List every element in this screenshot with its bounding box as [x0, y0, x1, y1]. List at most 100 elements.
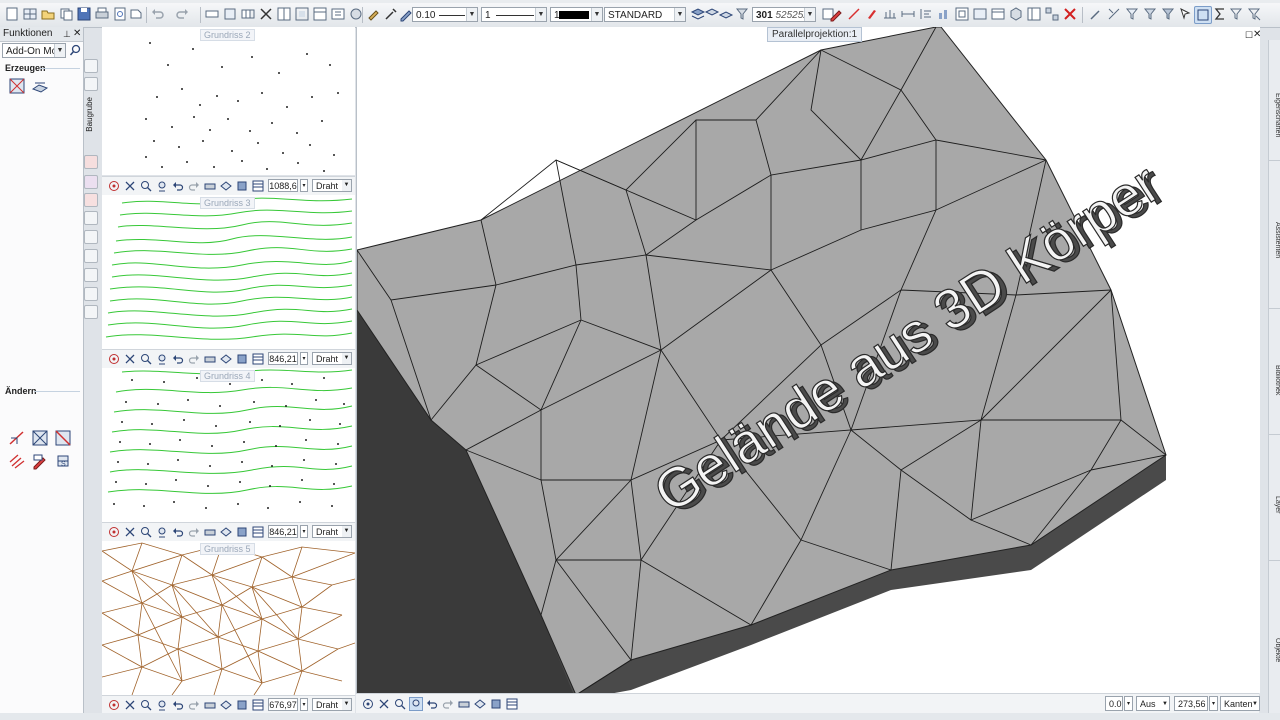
fit-view-icon[interactable]	[124, 526, 136, 538]
back-icon[interactable]	[172, 353, 184, 365]
standard-select[interactable]: STANDARD ▼	[604, 7, 686, 22]
elevation-field[interactable]: 0.0	[1105, 696, 1123, 711]
back-icon[interactable]	[172, 699, 184, 711]
view-icon[interactable]	[972, 6, 988, 22]
terrain-create-icon[interactable]	[8, 77, 26, 95]
print-view-icon[interactable]	[204, 353, 216, 365]
scale-spinner[interactable]: ▾	[300, 352, 308, 365]
save-icon[interactable]	[76, 6, 92, 22]
export-icon[interactable]	[128, 6, 144, 22]
target-icon[interactable]	[108, 180, 120, 192]
format-painter-icon[interactable]	[366, 6, 382, 22]
grid-view-icon[interactable]	[252, 699, 264, 711]
active-filter-icon[interactable]	[1194, 6, 1212, 24]
zoom-icon[interactable]	[140, 526, 152, 538]
preview-icon[interactable]	[112, 6, 128, 22]
funnel-clear-icon[interactable]	[1246, 6, 1262, 22]
forward-icon[interactable]	[188, 180, 200, 192]
plan-icon[interactable]	[330, 6, 346, 22]
scale-icon[interactable]	[882, 6, 898, 22]
line-type-select[interactable]: 1 ▼	[481, 7, 547, 22]
main-scale-field[interactable]: 273,56	[1174, 696, 1208, 711]
pan-icon[interactable]	[156, 180, 168, 192]
view-direction-icon[interactable]	[220, 353, 232, 365]
view-scale-field[interactable]: 846,21	[268, 352, 298, 365]
edit-mesh-icon[interactable]	[31, 429, 49, 447]
render-icon[interactable]	[236, 526, 248, 538]
edit-point-icon[interactable]	[54, 429, 72, 447]
bar-chart-icon[interactable]	[936, 6, 952, 22]
target-icon[interactable]	[362, 698, 374, 710]
render-icon[interactable]	[236, 353, 248, 365]
display-mode-select[interactable]: Kanten ▼	[1220, 696, 1260, 711]
vertical-tab-label[interactable]: Baugrube	[85, 97, 94, 132]
render-icon[interactable]	[236, 699, 248, 711]
delete-scissors-icon[interactable]	[258, 6, 274, 22]
pan-icon[interactable]	[156, 699, 168, 711]
view-grundriss-3[interactable]: Grundriss 3	[102, 195, 355, 349]
sum-icon[interactable]	[1212, 6, 1228, 22]
fit-view-icon[interactable]	[124, 699, 136, 711]
terrain-import-icon[interactable]	[31, 77, 49, 95]
back-icon[interactable]	[172, 180, 184, 192]
tool-strip-icon[interactable]	[84, 305, 98, 319]
edit-pencil-icon[interactable]	[31, 452, 49, 470]
forward-icon[interactable]	[188, 353, 200, 365]
eyedropper-icon[interactable]	[383, 6, 399, 22]
tool-strip-icon[interactable]	[84, 193, 98, 207]
line-width-select[interactable]: 0.10 ▼	[412, 7, 478, 22]
layer-filter-icon[interactable]	[734, 6, 750, 22]
tab-eigenschaften[interactable]: Eigenschaften	[1269, 70, 1280, 160]
fit-view-icon[interactable]	[124, 353, 136, 365]
edit-contour-icon[interactable]	[8, 452, 26, 470]
new-file-icon[interactable]	[4, 6, 20, 22]
zoom-icon[interactable]	[140, 699, 152, 711]
print-view-icon[interactable]	[204, 180, 216, 192]
view-mode-select[interactable]: Draht ▼	[312, 525, 352, 538]
redo-icon[interactable]	[174, 6, 190, 22]
tab-layer[interactable]: Layer	[1269, 480, 1280, 530]
zoom-icon[interactable]	[140, 180, 152, 192]
funnel-icon[interactable]	[1228, 6, 1244, 22]
edit-line-icon[interactable]	[8, 429, 26, 447]
frame-icon[interactable]	[294, 6, 310, 22]
cut-section-icon[interactable]	[204, 6, 220, 22]
cube-icon[interactable]	[1008, 6, 1024, 22]
tool-strip-icon[interactable]	[84, 287, 98, 301]
tab-objekte[interactable]: Objekte	[1269, 620, 1280, 680]
view-scale-field[interactable]: 1088,6	[268, 179, 298, 192]
scale-spinner[interactable]: ▾	[300, 698, 308, 711]
snap-icon[interactable]	[1106, 6, 1122, 22]
filter-type-icon[interactable]	[1142, 6, 1158, 22]
tool-strip-icon[interactable]	[84, 175, 98, 189]
view-direction-icon[interactable]	[220, 699, 232, 711]
scale-spinner[interactable]: ▾	[300, 525, 308, 538]
view-mode-select[interactable]: Draht ▼	[312, 698, 352, 711]
paste-icon[interactable]	[222, 6, 238, 22]
view-scale-field[interactable]: 676,97	[268, 698, 298, 711]
grid-icon[interactable]	[22, 6, 38, 22]
close-view-icon[interactable]: ✕	[1253, 29, 1260, 40]
visibility-select[interactable]: Aus ▼	[1136, 696, 1170, 711]
edit-section-icon[interactable]: S	[54, 452, 72, 470]
grid-view-icon[interactable]	[252, 526, 264, 538]
window-icon[interactable]	[990, 6, 1006, 22]
grid-view-icon[interactable]	[252, 180, 264, 192]
red-line-icon[interactable]	[846, 6, 862, 22]
tile-icon[interactable]	[1044, 6, 1060, 22]
view-direction-icon[interactable]	[220, 180, 232, 192]
module-dropdown[interactable]: Add-On Modul ▼	[2, 43, 66, 58]
filter-select-icon[interactable]	[1124, 6, 1140, 22]
tool-strip-icon[interactable]	[84, 59, 98, 73]
view-direction-icon[interactable]	[220, 526, 232, 538]
target-icon[interactable]	[108, 526, 120, 538]
tool-strip-icon[interactable]	[84, 155, 98, 169]
print-icon[interactable]	[94, 6, 110, 22]
back-icon[interactable]	[426, 698, 438, 710]
print-view-icon[interactable]	[204, 526, 216, 538]
search-icon[interactable]	[69, 43, 82, 57]
zoom-icon[interactable]	[140, 353, 152, 365]
undo-icon[interactable]	[150, 6, 166, 22]
grid-view-icon[interactable]	[252, 353, 264, 365]
zoom-window-icon[interactable]	[954, 6, 970, 22]
